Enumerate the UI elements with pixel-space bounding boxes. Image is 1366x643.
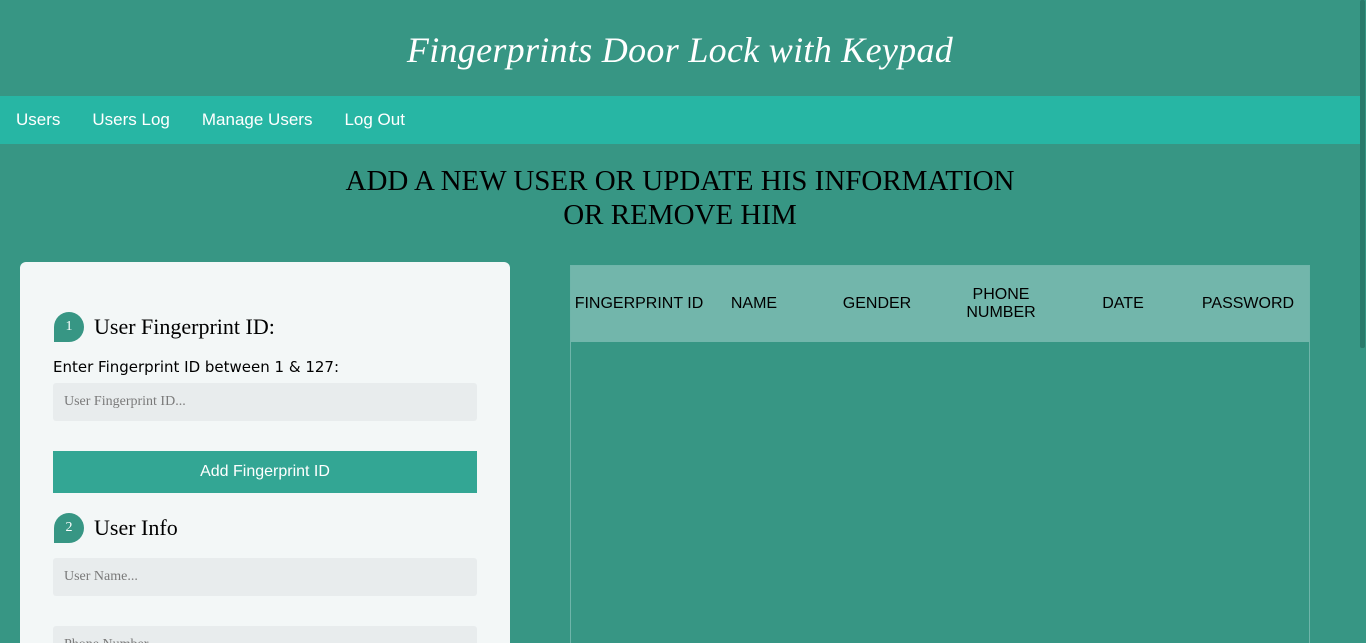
phone-number-input[interactable] (53, 626, 477, 643)
nav-manage-users[interactable]: Manage Users (186, 110, 329, 130)
column-header-fingerprint-id: FINGERPRINT ID (574, 295, 704, 312)
step-1-title: User Fingerprint ID: (94, 314, 275, 339)
column-header-gender: GENDER (842, 295, 912, 312)
nav-users-log[interactable]: Users Log (76, 110, 185, 130)
user-name-input[interactable] (53, 558, 477, 596)
step-1-badge: 1 (54, 312, 84, 342)
page-heading: ADD A NEW USER OR UPDATE HIS INFORMATION… (0, 164, 1360, 232)
fingerprint-id-input[interactable] (53, 383, 477, 421)
column-header-date: DATE (1102, 295, 1144, 312)
site-header: Fingerprints Door Lock with Keypad (0, 0, 1360, 96)
nav-log-out[interactable]: Log Out (328, 110, 421, 130)
page-heading-line-1: ADD A NEW USER OR UPDATE HIS INFORMATION (345, 165, 1015, 197)
column-header-password: PASSWORD (1201, 295, 1295, 312)
column-header-phone-number: PHONE NUMBER (966, 286, 1036, 321)
page-scrollbar-thumb[interactable] (1360, 0, 1365, 348)
step-2-title: User Info (94, 515, 178, 540)
page-heading-line-2: OR REMOVE HIM (563, 199, 797, 231)
column-header-name: NAME (730, 295, 778, 312)
users-table: FINGERPRINT ID NAME GENDER PHONE NUMBER … (570, 265, 1310, 643)
step-2-header: 2 User Info (54, 513, 178, 543)
step-2-badge: 2 (54, 513, 84, 543)
top-navbar: Users Users Log Manage Users Log Out (0, 96, 1360, 144)
nav-users[interactable]: Users (0, 110, 76, 130)
fingerprint-id-label: Enter Fingerprint ID between 1 & 127: (53, 358, 340, 376)
app-window: Fingerprints Door Lock with Keypad Users… (0, 0, 1366, 643)
site-title: Fingerprints Door Lock with Keypad (406, 30, 954, 70)
step-1-header: 1 User Fingerprint ID: (54, 312, 275, 342)
add-fingerprint-id-button[interactable]: Add Fingerprint ID (53, 451, 477, 493)
user-form-card: 1 User Fingerprint ID: Enter Fingerprint… (20, 262, 510, 643)
table-header-row: FINGERPRINT ID NAME GENDER PHONE NUMBER … (571, 266, 1309, 342)
